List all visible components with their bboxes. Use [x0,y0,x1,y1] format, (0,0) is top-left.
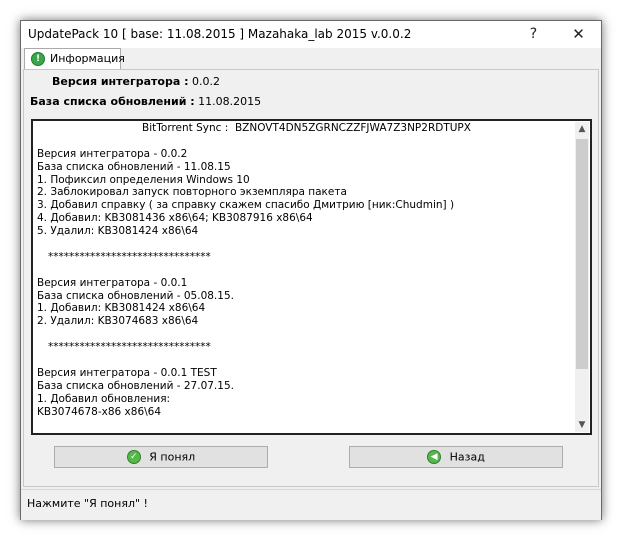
changelog-line: 3. Добавил справку ( за справку скажем с… [37,199,455,212]
title-bar: UpdatePack 10 [ base: 11.08.2015 ] Mazah… [21,21,601,48]
changelog-line: KB3074678-x86 x86\64 [37,405,162,418]
integrator-version-row: Версия интегратора : 0.0.2 [52,75,220,88]
changelog-line: База списка обновлений - 05.08.15. [37,289,234,302]
scroll-thumb[interactable] [576,139,588,369]
changelog-textbox[interactable]: BitTorrent Sync : BZNOVT4DN5ZGRNCZZFJWA7… [31,119,592,435]
tab-strip: ! Информация [21,48,601,70]
back-button[interactable]: ◀ Назад [349,446,563,468]
changelog-scrollbar[interactable]: ▲ ▼ [575,122,589,432]
integrator-version-value: 0.0.2 [192,75,220,88]
changelog-line: Версия интегратора - 0.0.1 TEST [37,366,217,379]
changelog-line [34,264,579,277]
changelog-line [34,354,579,367]
changelog-line: 2. Удалил: KB3074683 x86\64 [37,315,199,328]
ok-button-label: Я понял [149,450,196,464]
help-button[interactable]: ? [511,21,556,48]
changelog-line: 1. Добавил: KB3081424 x86\64 [37,302,206,315]
changelog-line [34,238,579,251]
scroll-down-arrow-icon[interactable]: ▼ [575,418,589,432]
changelog-line: 5. Удалил: KB3081424 x86\64 [37,225,199,238]
ok-button[interactable]: ✓ Я понял [54,446,268,468]
changelog-line: 1. Добавил обновления: [37,392,171,405]
changelog-line: Версия интегратора - 0.0.2 [37,147,188,160]
changelog-line: ******************************* [48,250,211,263]
base-date-row: База списка обновлений : 11.08.2015 [30,95,261,108]
changelog-line [34,135,579,148]
status-bar: Нажмите "Я понял" ! [21,489,601,520]
update-pack-window: UpdatePack 10 [ base: 11.08.2015 ] Mazah… [20,20,602,520]
changelog-line: 1. Пофиксил определения Windows 10 [37,173,250,186]
changelog-line: 2. Заблокировал запуск повторного экземп… [37,186,347,199]
back-arrow-icon: ◀ [427,450,442,464]
changelog-content: BitTorrent Sync : BZNOVT4DN5ZGRNCZZFJWA7… [34,122,579,432]
changelog-line [34,328,579,341]
changelog-line: ******************************* [48,341,211,354]
changelog-line: База списка обновлений - 27.07.15. [37,379,234,392]
info-icon: ! [31,52,45,66]
status-text: Нажмите "Я понял" ! [27,497,148,510]
tab-information[interactable]: ! Информация [24,48,125,69]
close-button[interactable]: ✕ [556,21,601,48]
info-panel: Версия интегратора : 0.0.2 База списка о… [23,69,599,487]
scroll-up-arrow-icon[interactable]: ▲ [575,122,589,136]
integrator-version-label: Версия интегратора : [52,75,189,88]
changelog-line: BitTorrent Sync : BZNOVT4DN5ZGRNCZZFJWA7… [142,122,471,134]
base-date-label: База списка обновлений : [30,95,195,108]
changelog-line: База списка обновлений - 11.08.15 [37,160,231,173]
changelog-line: 4. Добавил: KB3081436 x86\64; KB3087916 … [37,212,313,225]
tab-label: Информация [50,52,125,65]
window-title: UpdatePack 10 [ base: 11.08.2015 ] Mazah… [28,27,412,41]
check-icon: ✓ [126,450,141,464]
base-date-value: 11.08.2015 [198,95,262,108]
back-button-label: Назад [449,450,485,464]
changelog-line: Версия интегратора - 0.0.1 [37,276,188,289]
